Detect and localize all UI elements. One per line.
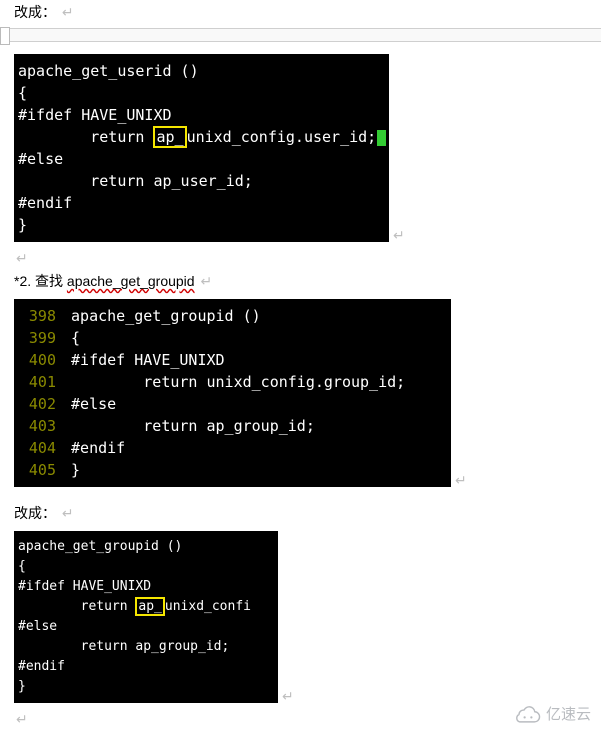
code-line: return ap_group_id; bbox=[18, 639, 229, 654]
code-line: apache_get_userid () bbox=[18, 62, 199, 80]
code-text: { bbox=[71, 329, 80, 347]
code-block-1: apache_get_userid () { #ifdef HAVE_UNIXD… bbox=[14, 54, 389, 242]
label: 改成： bbox=[14, 505, 56, 521]
paragraph-mark-icon: ↵ bbox=[200, 273, 212, 289]
line-number: 403 bbox=[18, 415, 56, 437]
code-line: 398 apache_get_groupid () bbox=[18, 307, 261, 325]
code-line: } bbox=[18, 216, 27, 234]
paragraph-mark-icon: ↵ bbox=[16, 250, 28, 266]
line-number: 404 bbox=[18, 437, 56, 459]
ruler-indent-marker[interactable] bbox=[0, 27, 10, 45]
code-line: #else bbox=[18, 619, 57, 634]
blank-line: ↵ bbox=[0, 248, 601, 269]
label: 改成： bbox=[14, 4, 56, 20]
code-line: #else bbox=[18, 150, 63, 168]
code-line: { bbox=[18, 84, 27, 102]
paragraph-mark-icon: ↵ bbox=[62, 4, 74, 20]
line-number: 399 bbox=[18, 327, 56, 349]
code-text: } bbox=[71, 461, 80, 479]
code-text: #ifdef HAVE_UNIXD bbox=[71, 351, 225, 369]
paragraph-mark-icon: ↵ bbox=[282, 688, 294, 709]
code-block-2: 398 apache_get_groupid () 399 { 400 #ifd… bbox=[14, 299, 451, 487]
code-line: #ifdef HAVE_UNIXD bbox=[18, 106, 172, 124]
paragraph-mark-icon: ↵ bbox=[393, 227, 405, 248]
search-term: apache_get_groupid bbox=[67, 273, 195, 289]
line-number: 405 bbox=[18, 459, 56, 481]
code-text: return bbox=[18, 128, 153, 146]
code-line: #endif bbox=[18, 659, 65, 674]
code-line: 401 return unixd_config.group_id; bbox=[18, 373, 405, 391]
text-change-to-1: 改成： ↵ bbox=[0, 0, 601, 24]
code-line: apache_get_groupid () bbox=[18, 539, 182, 554]
code-line: return ap_unixd_confi bbox=[18, 597, 251, 616]
code-line: 402 #else bbox=[18, 395, 116, 413]
paragraph-mark-icon: ↵ bbox=[455, 472, 467, 493]
cursor-icon bbox=[377, 130, 386, 146]
code-text: return unixd_config.group_id; bbox=[71, 373, 405, 391]
code-text: return ap_group_id; bbox=[71, 417, 315, 435]
line-number: 398 bbox=[18, 305, 56, 327]
code-line: 404 #endif bbox=[18, 439, 125, 457]
code-line: 405 } bbox=[18, 461, 80, 479]
label: *2. 查找 bbox=[14, 273, 67, 289]
watermark: 亿速云 bbox=[514, 703, 591, 724]
code-line: } bbox=[18, 679, 26, 694]
code-line: #ifdef HAVE_UNIXD bbox=[18, 579, 151, 594]
code-block-3: apache_get_groupid () { #ifdef HAVE_UNIX… bbox=[14, 531, 278, 703]
blank-line: ↵ bbox=[0, 709, 601, 730]
code-text: apache_get_groupid () bbox=[71, 307, 261, 325]
ruler bbox=[0, 28, 601, 42]
code-text: unixd_confi bbox=[165, 599, 251, 614]
code-line: 400 #ifdef HAVE_UNIXD bbox=[18, 351, 225, 369]
line-number: 400 bbox=[18, 349, 56, 371]
code-text: #endif bbox=[71, 439, 125, 457]
paragraph-mark-icon: ↵ bbox=[62, 505, 74, 521]
code-line: #endif bbox=[18, 194, 72, 212]
code-line: return ap_unixd_config.user_id; bbox=[18, 128, 386, 146]
code-text: return bbox=[18, 599, 135, 614]
highlight-box: ap_ bbox=[135, 597, 164, 616]
code-line: 403 return ap_group_id; bbox=[18, 417, 315, 435]
paragraph-mark-icon: ↵ bbox=[16, 711, 28, 727]
code-line: 399 { bbox=[18, 329, 80, 347]
text-search-line: *2. 查找 apache_get_groupid ↵ bbox=[0, 269, 601, 293]
code-text: #else bbox=[71, 395, 116, 413]
text-change-to-2: 改成： ↵ bbox=[0, 501, 601, 525]
code-line: return ap_user_id; bbox=[18, 172, 253, 190]
cloud-icon bbox=[514, 705, 542, 723]
highlight-box: ap_ bbox=[153, 126, 186, 148]
line-number: 401 bbox=[18, 371, 56, 393]
line-number: 402 bbox=[18, 393, 56, 415]
code-text: unixd_config.user_id; bbox=[187, 128, 377, 146]
watermark-text: 亿速云 bbox=[546, 703, 591, 724]
code-line: { bbox=[18, 559, 26, 574]
